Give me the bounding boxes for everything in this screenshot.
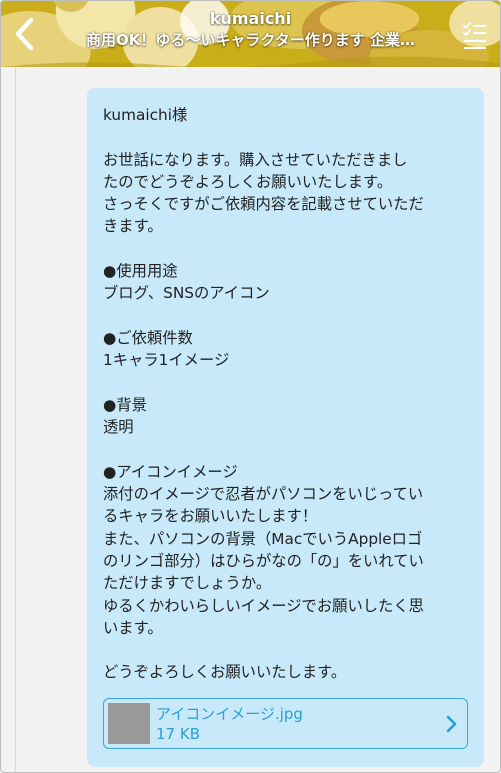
message-line: ゆるくかわいらしいイメージでお願いしたく思 [103,596,424,615]
attachment-link[interactable]: アイコンイメージ.jpg 17 KB [103,698,468,749]
message-line [103,238,473,260]
attachment-filename: アイコンイメージ.jpg [156,705,303,723]
message-line: ブログ、SNSのアイコン [103,284,270,303]
message-line: るキャラをお願いいたします！ [103,507,318,526]
message-line: きます。 [103,217,163,236]
message-line: お世話になります。購入させていただきまし [103,150,408,169]
message-line: たのでどうぞよろしくお願いいたします。 [103,172,393,191]
checklist-menu-icon[interactable] [462,21,490,51]
message-line: ●使用用途 [103,262,178,281]
message-line [103,639,473,661]
chat-header: kumaichi 商用OK！ゆる〜いキャラクター作ります 企業… [1,1,500,67]
header-titles: kumaichi 商用OK！ゆる〜いキャラクター作ります 企業… [57,9,444,51]
message-line: どうぞよろしくお願いいたします。 [103,663,347,682]
message-line: kumaichi様 [103,106,188,124]
timeline-divider [15,67,16,772]
attachment-thumbnail [108,703,150,744]
message-line: ●背景 [103,395,147,414]
message-line: また、パソコンの背景（MacでいうAppleロゴ [103,529,423,548]
message-line [103,372,473,394]
message-line [103,126,473,148]
message-body: kumaichi様お世話になります。購入させていただきまし たのでどうぞよろしくお… [103,104,473,684]
seller-name: kumaichi [209,9,292,28]
attachment-size: 17 KB [156,725,200,743]
message-line: います。 [103,618,163,637]
message-line: ●ご依頼件数 [103,328,193,347]
chevron-right-icon [446,715,457,733]
message-line: ただけますでしょうか。 [103,574,272,593]
message-line: 添付のイメージで忍者がパソコンをいじってい [103,485,424,504]
message-line: のリンゴ部分）はひらがなの「の」をいれてい [103,551,424,570]
message-line: さっそくですがご依頼内容を記載させていただ [103,195,424,214]
chat-screen: kumaichi 商用OK！ゆる〜いキャラクター作ります 企業… kumaich… [0,0,501,773]
message-line: ●アイコンイメージ [103,462,238,481]
back-chevron-icon[interactable] [9,15,41,53]
message-line [103,305,473,327]
message-line: 1キャラ1イメージ [103,351,230,370]
message-line: 透明 [103,418,134,437]
message-line [103,438,473,460]
service-title: 商用OK！ゆる〜いキャラクター作ります 企業… [86,31,415,49]
